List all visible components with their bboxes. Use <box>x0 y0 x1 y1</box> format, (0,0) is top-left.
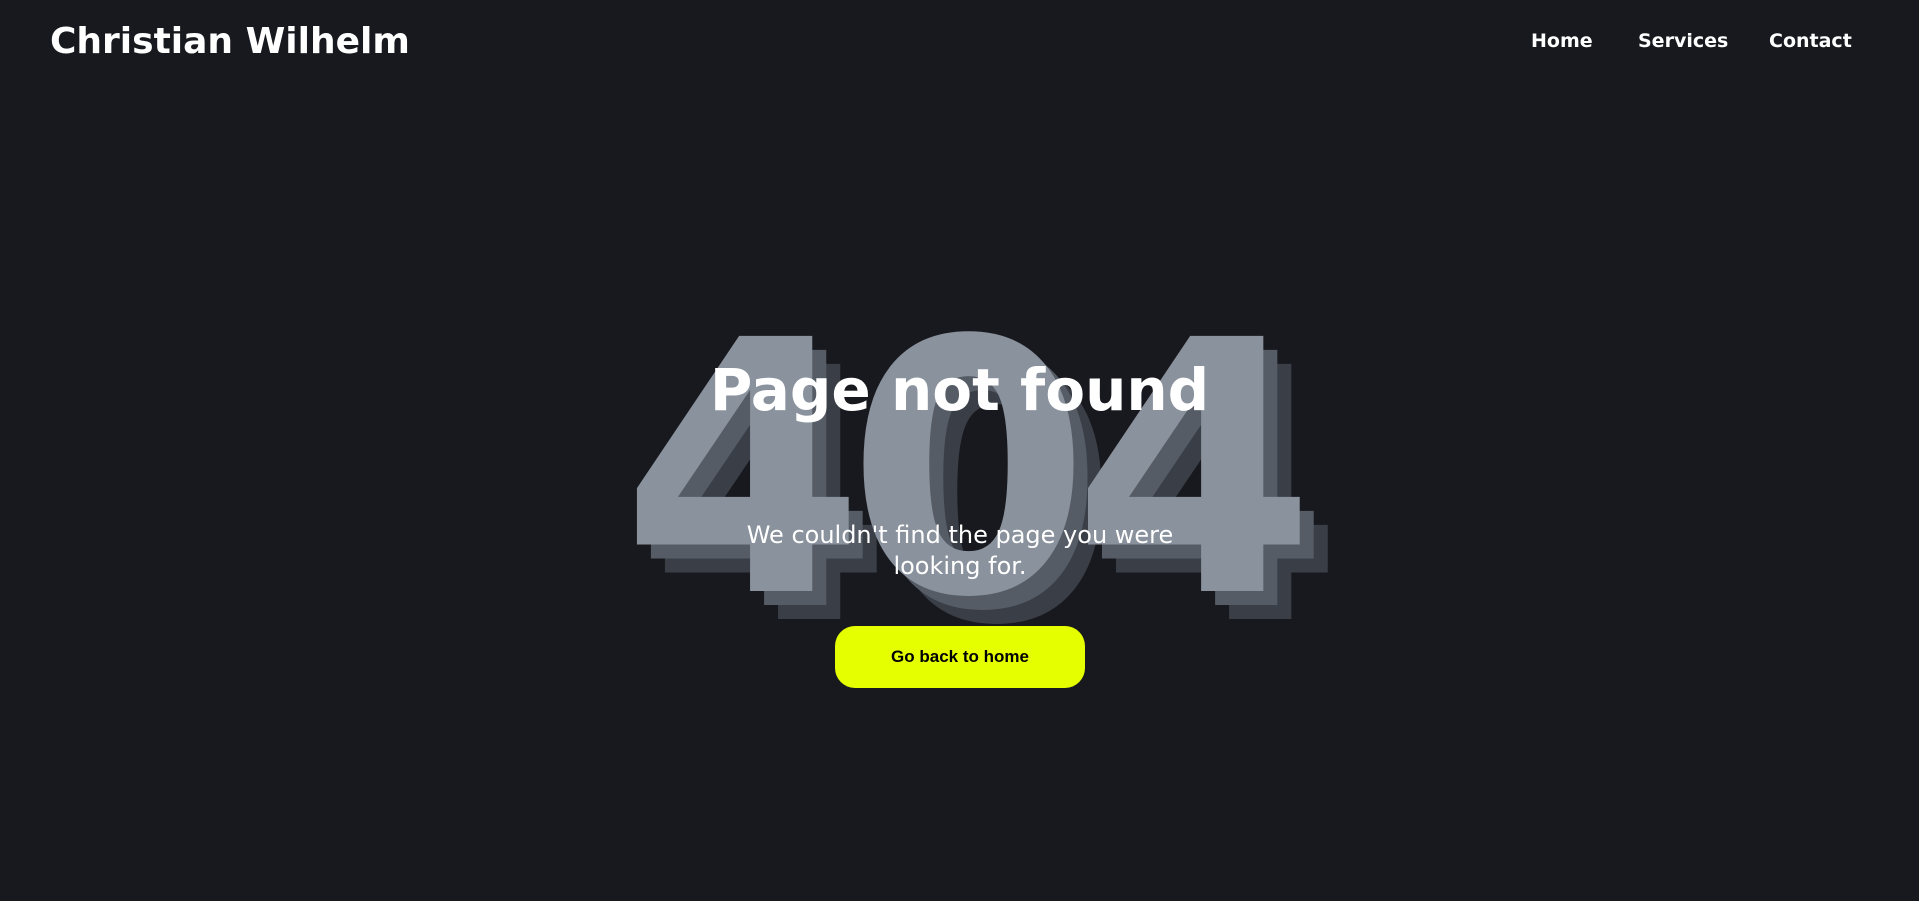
error-message: We couldn't find the page you were looki… <box>746 521 1174 580</box>
page-title: Page not found <box>709 356 1210 424</box>
error-section: 404 404 404 Page not found We couldn't f… <box>0 0 1919 901</box>
go-home-button[interactable]: Go back to home <box>835 626 1085 688</box>
